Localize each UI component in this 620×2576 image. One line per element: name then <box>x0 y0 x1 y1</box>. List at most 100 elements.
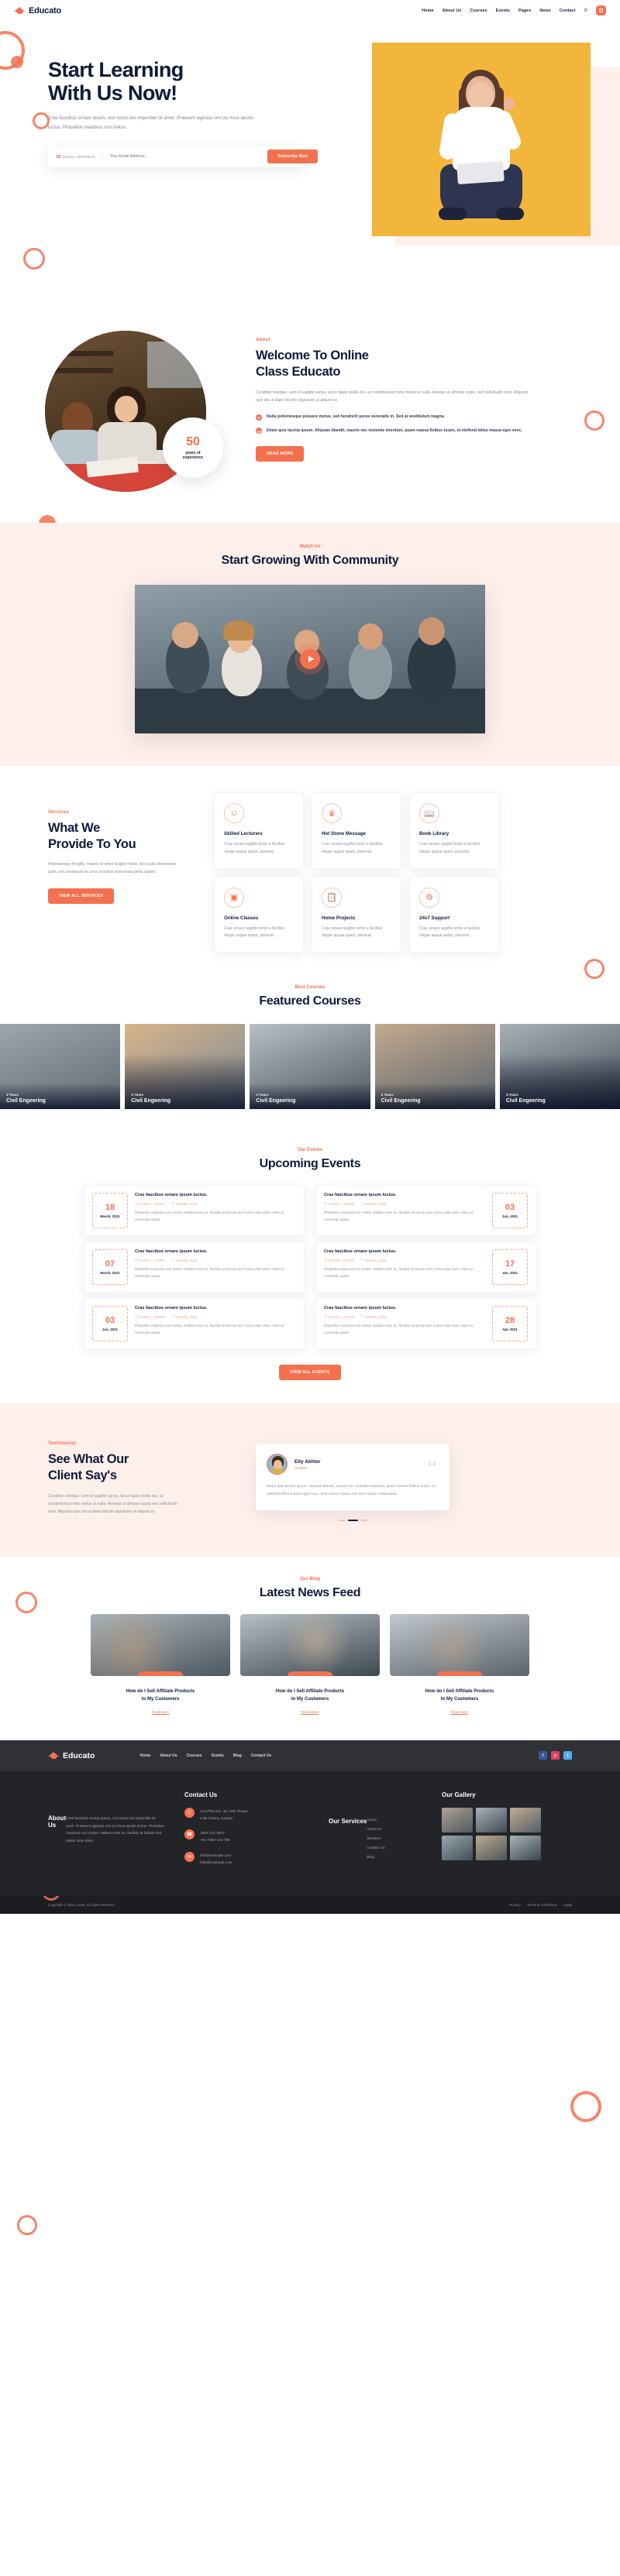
quote-icon: “ <box>427 1456 437 1480</box>
courses-carousel[interactable]: 3 Years Civil Engeering 3 Years Civil En… <box>0 1024 620 1109</box>
read-more-button[interactable]: READ MORE <box>256 445 305 462</box>
service-card[interactable]: ⚙ 24x7 Support Cras ornare sagittis tort… <box>409 876 499 953</box>
slider-dot-active[interactable] <box>347 1520 358 1522</box>
hero-title-line1: Start Learning <box>48 58 184 81</box>
course-card[interactable]: 3 Years Civil Engeering <box>374 1024 495 1109</box>
gallery-thumb[interactable] <box>442 1807 473 1832</box>
course-card[interactable]: 3 Years Civil Engeering <box>250 1024 370 1109</box>
blog-read-more-link[interactable]: Read More <box>451 1710 469 1714</box>
experience-label-2: experience <box>182 455 204 460</box>
blog-card[interactable]: 📅7 March, 2019 How do I Sell Affiliate P… <box>390 1614 529 1717</box>
blog-grid: 📅7 March, 2019 How do I Sell Affiliate P… <box>0 1614 620 1717</box>
event-place: ☉ Mumbai, India <box>171 1314 198 1319</box>
blog-read-more-link[interactable]: Read More <box>152 1710 170 1714</box>
service-desc: Cras ornare sagittis tortor a facilisis … <box>419 842 480 854</box>
event-time: ◷ 9:00Am - 3:00Pm <box>324 1201 355 1206</box>
blog-read-more-link[interactable]: Read More <box>301 1710 319 1714</box>
gallery-thumb[interactable] <box>476 1807 507 1832</box>
nav-item-pages[interactable]: Pages <box>518 9 531 13</box>
footer-nav-grants[interactable]: Grants <box>212 1753 224 1758</box>
course-duration: 3 Years <box>381 1093 394 1097</box>
footer-service-blog[interactable]: Blog <box>367 1855 384 1859</box>
footer-contact-email[interactable]: ✉ info@example.com help@example.com <box>184 1851 308 1866</box>
slider-dot[interactable] <box>338 1520 346 1522</box>
course-card[interactable]: 3 Years Civil Engeering <box>0 1024 121 1109</box>
gallery-thumb[interactable] <box>442 1835 473 1860</box>
footer-nav-contact-us[interactable]: Contact Us <box>251 1753 271 1758</box>
footer-gallery-grid <box>442 1807 546 1860</box>
event-place: ☉ Mumbai, India <box>360 1314 387 1319</box>
search-icon[interactable]: ⚲ <box>584 8 587 13</box>
footer-legal-links: Privacy Terms & Conditions Legal <box>509 1903 572 1907</box>
event-month: March, 2021 <box>100 1214 120 1218</box>
footer-top: Educato Home About Us Courses Grants Blo… <box>0 1740 620 1771</box>
event-month: Jun, 2021 <box>501 1214 518 1218</box>
blog-date: 📅7 March, 2019 <box>137 1671 184 1677</box>
footer-nav-blog[interactable]: Blog <box>233 1753 242 1758</box>
nav-item-events[interactable]: Events <box>496 9 510 13</box>
event-card[interactable]: 07 March, 2021 Cras faucibus ornare ipsu… <box>84 1242 305 1293</box>
brand-logo[interactable]: Educato <box>14 6 61 15</box>
event-time: ◷ 9:00Am - 3:00Pm <box>135 1201 166 1206</box>
nav-item-about-us[interactable]: About Us <box>443 9 462 13</box>
hero-title: Start Learning With Us Now! <box>48 58 310 105</box>
event-month: Jun, 2021 <box>102 1327 118 1331</box>
event-card[interactable]: Cras faucibus ornare ipsum luctus. ◷ 9:00… <box>315 1185 536 1236</box>
view-all-services-button[interactable]: VIEW ALL SERVICES <box>48 888 115 905</box>
gallery-thumb[interactable] <box>510 1835 541 1860</box>
event-desc: Phasellus maximus orci metus. Nullam eni… <box>324 1324 473 1334</box>
gallery-thumb[interactable] <box>476 1835 507 1860</box>
service-card[interactable]: 📋 Home Projects Cras ornare sagittis tor… <box>312 876 401 953</box>
video-player[interactable] <box>135 585 485 733</box>
footer-service-contact-us[interactable]: Contact Us <box>367 1846 384 1850</box>
event-card[interactable]: Cras faucibus ornare ipsum luctus. ◷ 9:00… <box>315 1242 536 1293</box>
gallery-thumb[interactable] <box>510 1807 541 1832</box>
course-title: Civil Engeering <box>6 1098 46 1104</box>
footer-contact-phone[interactable]: ☎ 1800-121-3637 +91-7052-101-786 <box>184 1829 308 1843</box>
blog-post-title: How do I Sell Affiliate Products to My Cu… <box>275 1689 345 1702</box>
event-time: ◷ 9:00Am - 3:00Pm <box>324 1258 355 1262</box>
about-image-wrap: 50 years of experience <box>0 331 256 492</box>
footer-nav-courses[interactable]: Courses <box>187 1753 202 1758</box>
footer-nav-about-us[interactable]: About Us <box>160 1753 177 1758</box>
email-input[interactable] <box>109 154 195 160</box>
nav-item-news[interactable]: News <box>539 9 550 13</box>
nav-item-courses[interactable]: Courses <box>470 9 487 13</box>
service-card[interactable]: ♛ Hot Stone Message Cras ornare sagittis… <box>312 792 401 869</box>
footer-link-legal[interactable]: Legal <box>563 1903 572 1907</box>
footer-service-about-us[interactable]: About Us <box>367 1827 384 1831</box>
nav-item-home[interactable]: Home <box>422 9 433 13</box>
slider-dots[interactable] <box>256 1520 450 1522</box>
service-card[interactable]: ☺ Skilled Lecturers Cras ornare sagittis… <box>214 792 304 869</box>
blog-card[interactable]: 📅7 March, 2019 How do I Sell Affiliate P… <box>240 1614 380 1717</box>
event-card[interactable]: Cras faucibus ornare ipsum luctus. ◷ 9:00… <box>315 1298 536 1349</box>
blog-image: 📅7 March, 2019 <box>390 1614 529 1677</box>
pinterest-icon[interactable]: p <box>551 1751 560 1760</box>
slider-dot[interactable] <box>360 1520 367 1522</box>
footer-service-services[interactable]: Services <box>367 1836 384 1840</box>
footer-link-terms[interactable]: Terms & Conditions <box>527 1903 557 1907</box>
play-icon[interactable] <box>300 649 320 669</box>
event-card[interactable]: 03 Jun, 2021 Cras faucibus ornare ipsum … <box>84 1298 305 1349</box>
facebook-icon[interactable]: f <box>539 1751 547 1760</box>
event-desc: Phasellus maximus orci metus. Nullam eni… <box>135 1267 284 1278</box>
twitter-icon[interactable]: t <box>563 1751 572 1760</box>
event-place: ☉ Mumbai, India <box>171 1201 198 1206</box>
footer-link-privacy[interactable]: Privacy <box>509 1903 521 1907</box>
footer-service-home[interactable]: Home <box>367 1818 384 1822</box>
nav-item-contact[interactable]: Contact <box>560 9 576 13</box>
subscribe-button[interactable]: Subscribe Now <box>267 149 318 164</box>
service-card[interactable]: ▣ Online Classes Cras ornare sagittis to… <box>214 876 304 953</box>
hero-content: Start Learning With Us Now! Cras faucibu… <box>0 21 318 167</box>
course-card[interactable]: 3 Years Civil Engeering <box>499 1024 620 1109</box>
footer-brand-logo[interactable]: Educato <box>48 1751 95 1760</box>
view-all-events-button[interactable]: VIEW ALL EVENTS <box>279 1365 341 1380</box>
blog-card[interactable]: 📅7 March, 2019 How do I Sell Affiliate P… <box>91 1614 230 1717</box>
footer-nav-home[interactable]: Home <box>140 1753 150 1758</box>
service-desc: Cras ornare sagittis tortor a facilisis … <box>419 926 480 939</box>
grid-menu-icon[interactable] <box>596 5 606 15</box>
event-card[interactable]: 18 March, 2021 Cras faucibus ornare ipsu… <box>84 1185 305 1236</box>
about-eyebrow: About <box>256 337 270 342</box>
service-card[interactable]: 📖 Book Library Cras ornare sagittis tort… <box>409 792 499 869</box>
course-card[interactable]: 3 Years Civil Engeering <box>125 1024 246 1109</box>
